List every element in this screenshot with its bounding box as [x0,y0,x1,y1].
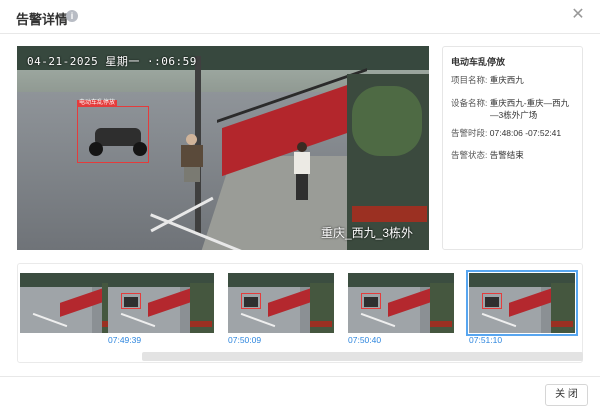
thumb-bench [190,321,212,327]
thumb-plaza [469,287,541,333]
dialog-header: 告警详情 i ✕ [0,0,600,34]
camera-timestamp: 04-21-2025 星期一 ·:06:59 [27,55,197,68]
device-row-continued: —3栋外广场 [490,109,537,121]
project-value: 重庆西九 [489,75,524,85]
period-row: 告警时段: 07:48:06 -07:52:41 [451,127,561,139]
status-key: 告警状态: [451,150,488,160]
thumbnail-time: 07:51:10 [469,335,503,345]
close-button[interactable]: 关 闭 [545,384,588,406]
detection-box [77,106,149,163]
snapshot-thumbnail[interactable] [108,273,214,333]
thumbnail-time: 07:50:09 [228,335,262,345]
detection-label: 电动车乱停放 [77,100,118,107]
project-row: 项目名称: 重庆西九 [451,74,524,86]
thumb-bench [551,321,573,327]
snapshot-thumbnail[interactable] [348,273,454,333]
person-head [297,142,307,152]
thumb-detection-box [482,293,502,309]
device-row: 设备名称: 重庆西九-重庆—西九 [451,97,569,109]
status-value: 告警结束 [489,150,524,160]
device-value: 重庆西九-重庆—西九 [489,98,570,108]
thumb-detection-box [361,293,381,309]
status-row: 告警状态: 告警结束 [451,149,524,161]
device-value-continued: —3栋外广场 [490,110,538,120]
thumb-plaza [108,287,180,333]
thumb-plaza [20,287,92,333]
walking-person [293,142,311,202]
thumbnail-scrollbar[interactable] [142,352,583,361]
thumbnail-time: 07:49:39 [108,335,142,345]
project-key: 项目名称: [451,75,488,85]
device-key: 设备名称: [451,98,488,108]
dialog-title: 告警详情 [16,12,69,27]
thumb-detection-box [121,293,141,309]
thumbnail-time: 07:50:40 [348,335,382,345]
scene-bench [352,206,427,222]
close-icon[interactable]: ✕ [570,7,586,23]
period-value: 07:48:06 -07:52:41 [489,128,562,138]
snapshot-thumbnail[interactable] [228,273,334,333]
snapshot-thumbnail-selected[interactable] [466,270,578,336]
person-legs [184,167,200,182]
person-legs [296,174,308,200]
dialog-footer: 关 闭 [0,376,600,411]
person-shirt [181,145,203,167]
thumb-bench [430,321,452,327]
alarm-type-heading: 电动车乱停放 [451,57,506,67]
period-key: 告警时段: [451,128,488,138]
alarm-detail-panel: 电动车乱停放 项目名称: 重庆西九 设备名称: 重庆西九-重庆—西九 —3栋外广… [442,46,583,250]
person-head [186,134,197,145]
person-shirt [294,152,310,174]
info-icon[interactable]: i [66,10,78,22]
thumb-detection-box [241,293,261,309]
camera-location-label: 重庆_西九_3栋外 [320,226,413,240]
seated-person [179,134,205,184]
thumb-plaza [348,287,420,333]
scene-plants [352,86,422,156]
thumb-bench [310,321,332,327]
thumb-plaza [228,287,300,333]
alarm-snapshot-image: 电动车乱停放 04-21-2025 星期一 ·:06:59 重庆_西九_3栋外 [17,46,429,250]
snapshot-thumbnail-strip[interactable]: 07:49:39 07:50:09 07:50:40 07:51:10 [17,263,583,363]
